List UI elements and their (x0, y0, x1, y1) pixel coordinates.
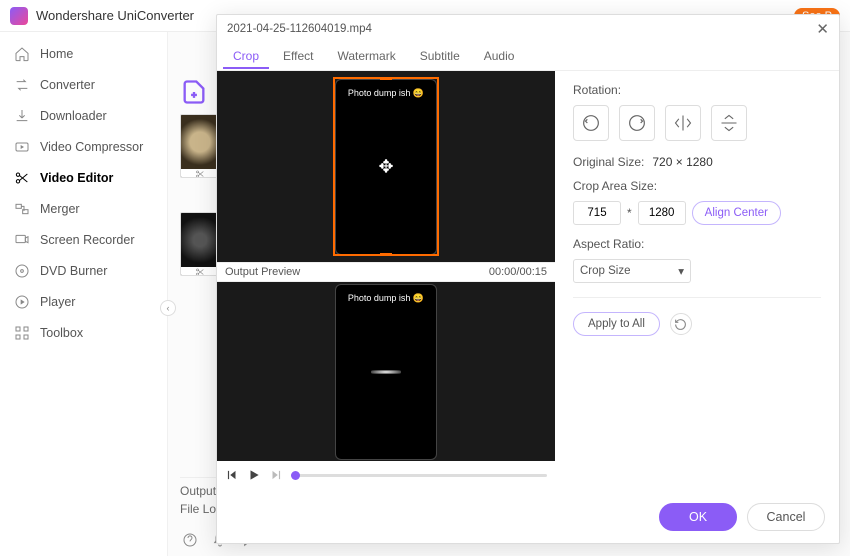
app-logo (10, 7, 28, 25)
sidebar-item-label: Video Editor (40, 171, 113, 185)
app-title: Wondershare UniConverter (36, 8, 194, 23)
sidebar-item-recorder[interactable]: Screen Recorder (0, 224, 167, 255)
clip-thumbnail[interactable] (180, 212, 220, 276)
sidebar-item-label: Merger (40, 202, 80, 216)
help-icon[interactable] (182, 532, 198, 548)
sidebar-item-label: Converter (40, 78, 95, 92)
sidebar: Home Converter Downloader Video Compress… (0, 32, 168, 556)
aspect-ratio-select[interactable]: Crop Size▾ (573, 259, 691, 283)
clip-thumbnail[interactable] (180, 114, 220, 178)
modal-filename: 2021-04-25-112604019.mp4 (227, 23, 372, 35)
chevron-down-icon: ▾ (678, 264, 684, 278)
tab-effect[interactable]: Effect (273, 45, 323, 69)
merger-icon (14, 201, 30, 217)
output-preview: Photo dump ish 😄 (217, 282, 555, 461)
sidebar-item-downloader[interactable]: Downloader (0, 100, 167, 131)
sidebar-collapse-button[interactable]: ‹ (160, 300, 176, 316)
crop-width-input[interactable] (573, 201, 621, 225)
flip-horizontal-button[interactable] (665, 105, 701, 141)
toolbox-icon (14, 325, 30, 341)
crop-editor-modal: 2021-04-25-112604019.mp4 ✕ Crop Effect W… (216, 14, 840, 544)
scissors-icon (195, 267, 205, 276)
sidebar-item-dvd[interactable]: DVD Burner (0, 255, 167, 286)
video-overlay-text: Photo dump ish 😄 (336, 293, 436, 304)
sidebar-item-home[interactable]: Home (0, 38, 167, 69)
apply-to-all-button[interactable]: Apply to All (573, 312, 660, 336)
sidebar-item-player[interactable]: Player (0, 286, 167, 317)
play-button[interactable] (247, 468, 261, 482)
time-display: 00:00/00:15 (489, 266, 547, 278)
converter-icon (14, 77, 30, 93)
video-overlay-text: Photo dump ish 😄 (336, 88, 436, 99)
original-size-value: 720 × 1280 (652, 155, 712, 169)
sidebar-item-merger[interactable]: Merger (0, 193, 167, 224)
timeline-scrubber[interactable] (291, 474, 547, 477)
sidebar-item-toolbox[interactable]: Toolbox (0, 317, 167, 348)
sidebar-item-label: Screen Recorder (40, 233, 135, 247)
rotate-ccw-button[interactable] (573, 105, 609, 141)
sidebar-item-label: Player (40, 295, 75, 309)
original-size-label: Original Size: (573, 155, 644, 169)
recorder-icon (14, 232, 30, 248)
prev-frame-button[interactable] (225, 468, 239, 482)
output-preview-label: Output Preview (225, 266, 300, 278)
crop-preview[interactable]: Photo dump ish 😄 ✥ (217, 71, 555, 262)
download-icon (14, 108, 30, 124)
sidebar-item-label: DVD Burner (40, 264, 107, 278)
tab-watermark[interactable]: Watermark (327, 45, 405, 69)
move-icon: ✥ (378, 156, 393, 177)
ok-button[interactable]: OK (659, 503, 737, 531)
cancel-button[interactable]: Cancel (747, 503, 825, 531)
tab-subtitle[interactable]: Subtitle (410, 45, 470, 69)
sidebar-item-label: Downloader (40, 109, 107, 123)
sidebar-item-editor[interactable]: Video Editor (0, 162, 167, 193)
scissors-icon (14, 170, 30, 186)
sidebar-item-converter[interactable]: Converter (0, 69, 167, 100)
crop-area-label: Crop Area Size: (573, 179, 821, 193)
compressor-icon (14, 139, 30, 155)
sidebar-item-label: Home (40, 47, 73, 61)
disc-icon (14, 263, 30, 279)
tab-crop[interactable]: Crop (223, 45, 269, 69)
scissors-icon (195, 169, 205, 178)
next-frame-button[interactable] (269, 468, 283, 482)
reset-button[interactable] (670, 313, 692, 335)
align-center-button[interactable]: Align Center (692, 201, 781, 225)
tab-audio[interactable]: Audio (474, 45, 525, 69)
crop-height-input[interactable] (638, 201, 686, 225)
flip-vertical-button[interactable] (711, 105, 747, 141)
play-icon (14, 294, 30, 310)
aspect-ratio-label: Aspect Ratio: (573, 237, 821, 251)
home-icon (14, 46, 30, 62)
rotate-cw-button[interactable] (619, 105, 655, 141)
add-file-icon[interactable] (180, 78, 208, 106)
close-icon[interactable]: ✕ (816, 20, 829, 38)
sidebar-item-label: Video Compressor (40, 140, 143, 154)
rotation-label: Rotation: (573, 83, 821, 97)
sidebar-item-compressor[interactable]: Video Compressor (0, 131, 167, 162)
sidebar-item-label: Toolbox (40, 326, 83, 340)
